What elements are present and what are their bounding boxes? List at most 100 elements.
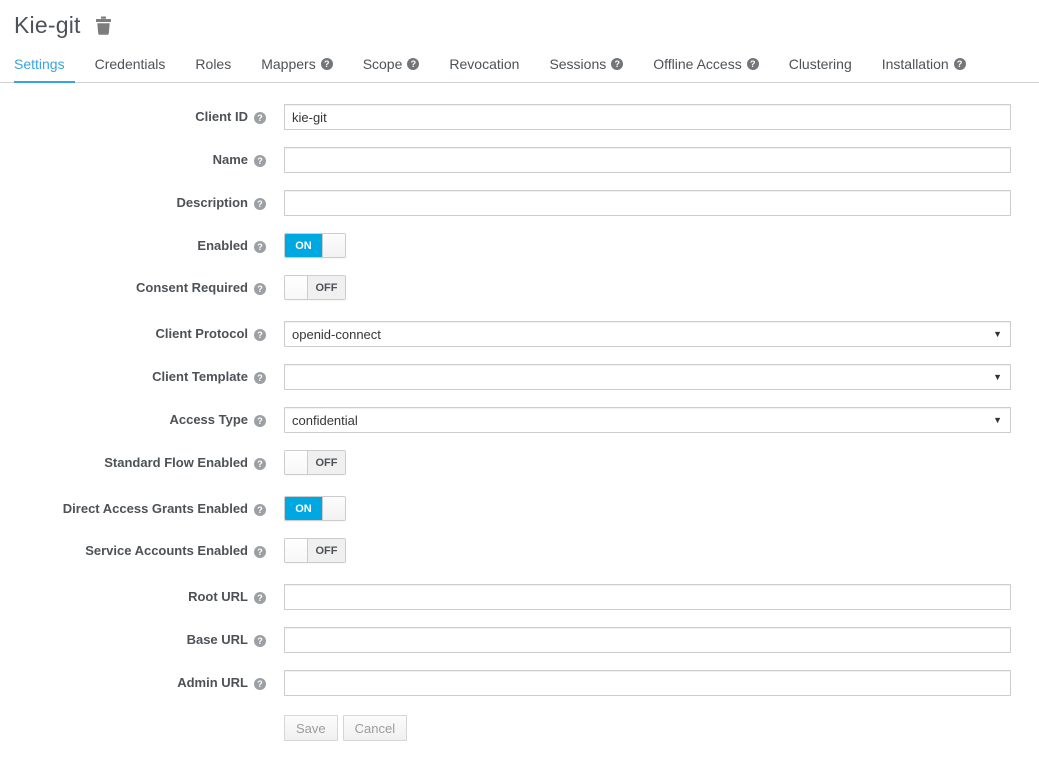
help-icon[interactable]: ? — [954, 58, 966, 70]
help-icon[interactable]: ? — [254, 241, 266, 253]
field-control: OFF — [284, 538, 1011, 567]
root-url-input[interactable] — [284, 584, 1011, 610]
tab-label: Roles — [195, 56, 231, 72]
name-input[interactable] — [284, 147, 1011, 173]
help-icon[interactable]: ? — [407, 58, 419, 70]
client-protocol-select[interactable]: openid-connect — [284, 321, 1011, 347]
tab-revocation[interactable]: Revocation — [439, 49, 529, 83]
tab-label: Scope — [363, 56, 403, 72]
help-icon[interactable]: ? — [254, 155, 266, 167]
tab-scope[interactable]: Scope? — [353, 49, 430, 83]
field-label-direct-access-grants-enabled: Direct Access Grants Enabled? — [14, 496, 266, 516]
help-icon[interactable]: ? — [254, 458, 266, 470]
help-icon[interactable]: ? — [254, 112, 266, 124]
field-label-text: Name — [213, 152, 248, 167]
form-row-client-template: Client Template? ▼ — [14, 364, 1025, 390]
help-icon[interactable]: ? — [254, 283, 266, 295]
field-control: confidential▼ — [284, 407, 1011, 433]
field-label-text: Client Protocol — [156, 326, 248, 341]
field-label-text: Consent Required — [136, 280, 248, 295]
description-input[interactable] — [284, 190, 1011, 216]
field-label-text: Root URL — [188, 589, 248, 604]
help-icon[interactable]: ? — [611, 58, 623, 70]
field-label-text: Access Type — [169, 412, 248, 427]
tab-clustering[interactable]: Clustering — [779, 49, 862, 83]
direct-access-grants-enabled-toggle[interactable]: ON — [284, 496, 346, 521]
help-icon[interactable]: ? — [254, 415, 266, 427]
client-tabs: SettingsCredentialsRolesMappers?Scope?Re… — [0, 49, 1039, 83]
help-icon[interactable]: ? — [254, 198, 266, 210]
toggle-knob — [322, 234, 345, 257]
delete-client-button[interactable] — [95, 16, 112, 35]
service-accounts-enabled-toggle[interactable]: OFF — [284, 538, 346, 563]
help-icon[interactable]: ? — [254, 678, 266, 690]
enabled-toggle[interactable]: ON — [284, 233, 346, 258]
form-row-access-type: Access Type? confidential▼ — [14, 407, 1025, 433]
tab-credentials[interactable]: Credentials — [85, 49, 176, 83]
form-row-enabled: Enabled? ON — [14, 233, 1025, 258]
form-row-client-id: Client ID? — [14, 104, 1025, 130]
field-label-service-accounts-enabled: Service Accounts Enabled? — [14, 538, 266, 558]
field-label-standard-flow-enabled: Standard Flow Enabled? — [14, 450, 266, 470]
field-label-text: Service Accounts Enabled — [85, 543, 248, 558]
form-row-consent-required: Consent Required? OFF — [14, 275, 1025, 304]
form-row-root-url: Root URL? — [14, 584, 1025, 610]
base-url-input[interactable] — [284, 627, 1011, 653]
tab-label: Offline Access — [653, 56, 741, 72]
field-control — [284, 627, 1011, 653]
field-label-text: Admin URL — [177, 675, 248, 690]
tab-mappers[interactable]: Mappers? — [251, 49, 342, 83]
form-row-client-protocol: Client Protocol?openid-connect▼ — [14, 321, 1025, 347]
tab-label: Revocation — [449, 56, 519, 72]
field-label-text: Client Template — [152, 369, 248, 384]
tab-settings[interactable]: Settings — [14, 49, 75, 83]
help-icon[interactable]: ? — [747, 58, 759, 70]
client-settings-form: Client ID?Name?Description?Enabled?ONCon… — [14, 104, 1025, 696]
tab-label: Credentials — [95, 56, 166, 72]
help-icon[interactable]: ? — [321, 58, 333, 70]
client-id-input[interactable] — [284, 104, 1011, 130]
tab-offline-access[interactable]: Offline Access? — [643, 49, 768, 83]
tab-label: Sessions — [549, 56, 606, 72]
help-icon[interactable]: ? — [254, 504, 266, 516]
help-icon[interactable]: ? — [254, 546, 266, 558]
field-label-text: Base URL — [187, 632, 248, 647]
tab-installation[interactable]: Installation? — [872, 49, 976, 83]
field-control: OFF — [284, 275, 1011, 304]
tab-label: Clustering — [789, 56, 852, 72]
standard-flow-enabled-toggle[interactable]: OFF — [284, 450, 346, 475]
toggle-knob — [285, 451, 308, 474]
field-control — [284, 147, 1011, 173]
page-title: Kie-git — [14, 12, 81, 39]
field-label-text: Enabled — [197, 238, 248, 253]
tab-label: Settings — [14, 56, 65, 72]
help-icon[interactable]: ? — [254, 592, 266, 604]
form-row-admin-url: Admin URL? — [14, 670, 1025, 696]
client-template-select[interactable] — [284, 364, 1011, 390]
page-header: Kie-git — [14, 12, 1025, 39]
tab-label: Mappers — [261, 56, 315, 72]
form-row-standard-flow-enabled: Standard Flow Enabled? OFF — [14, 450, 1025, 479]
field-control — [284, 190, 1011, 216]
field-control — [284, 670, 1011, 696]
field-label-admin-url: Admin URL? — [14, 670, 266, 690]
help-icon[interactable]: ? — [254, 329, 266, 341]
field-control — [284, 584, 1011, 610]
form-row-name: Name? — [14, 147, 1025, 173]
tab-roles[interactable]: Roles — [185, 49, 241, 83]
field-control: ON — [284, 496, 1011, 521]
help-icon[interactable]: ? — [254, 635, 266, 647]
form-row-direct-access-grants-enabled: Direct Access Grants Enabled? ON — [14, 496, 1025, 521]
field-control: ▼ — [284, 364, 1011, 390]
cancel-button[interactable]: Cancel — [343, 715, 407, 741]
save-button[interactable]: Save — [284, 715, 338, 741]
field-label-consent-required: Consent Required? — [14, 275, 266, 295]
tab-sessions[interactable]: Sessions? — [539, 49, 633, 83]
field-control: OFF — [284, 450, 1011, 479]
access-type-select[interactable]: confidential — [284, 407, 1011, 433]
toggle-state-label: ON — [285, 497, 322, 520]
form-actions: Save Cancel — [284, 713, 1025, 761]
admin-url-input[interactable] — [284, 670, 1011, 696]
consent-required-toggle[interactable]: OFF — [284, 275, 346, 300]
help-icon[interactable]: ? — [254, 372, 266, 384]
